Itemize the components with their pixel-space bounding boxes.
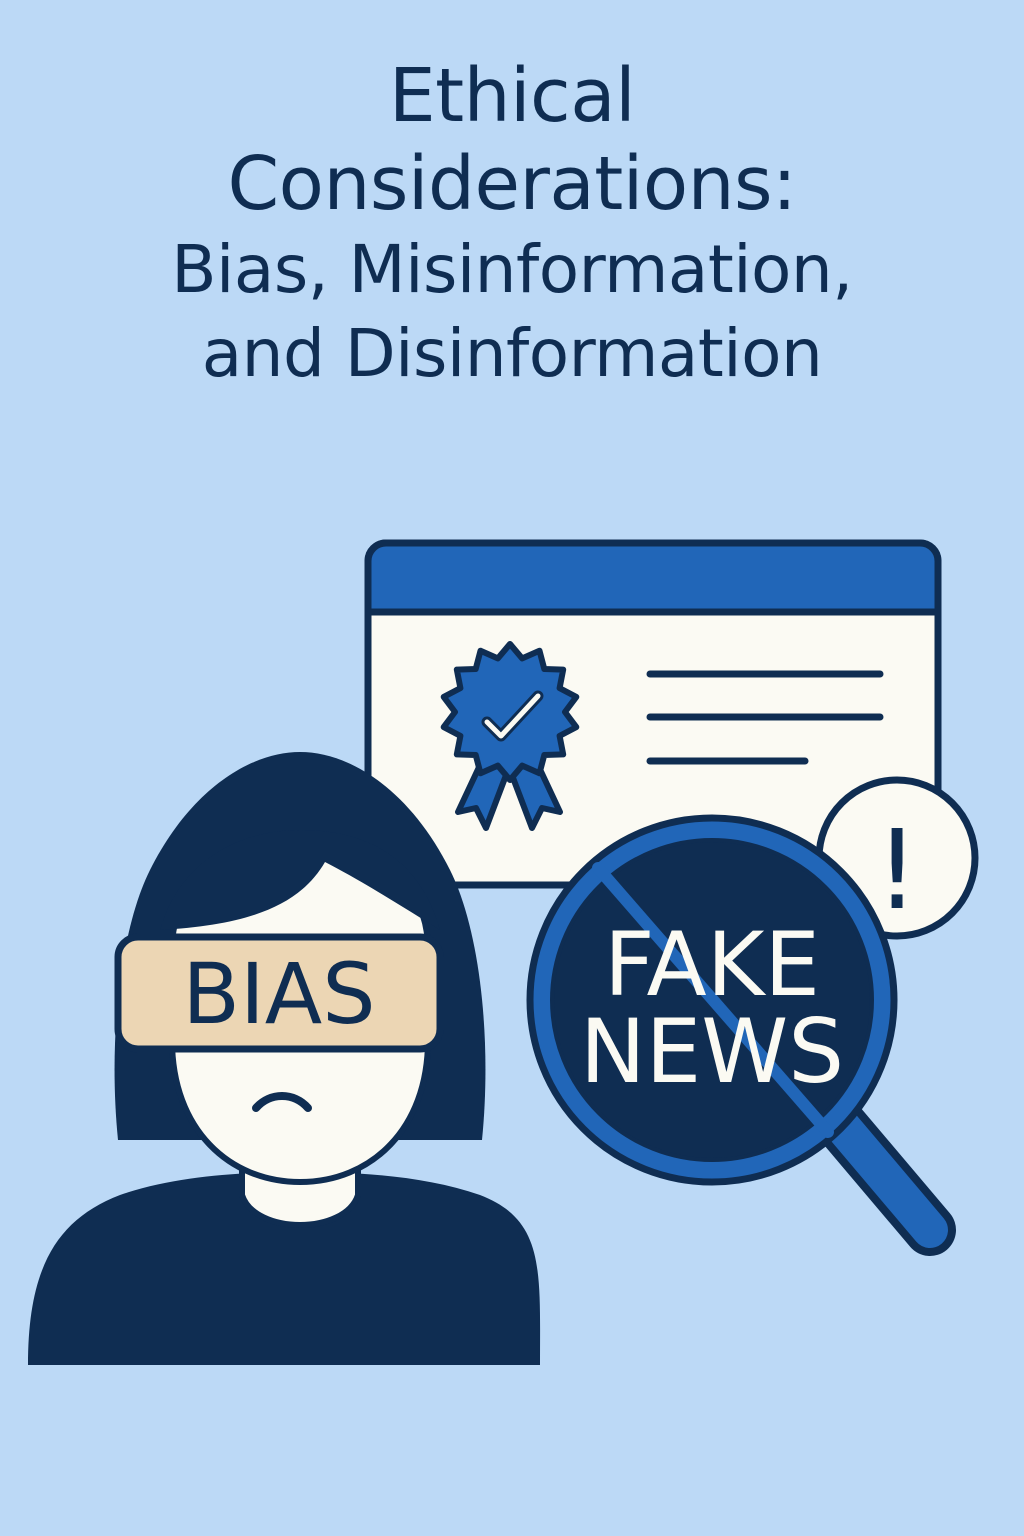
illustration: ! FAKE NEWS BIAS [28, 539, 979, 1365]
blindfold-label: BIAS [182, 945, 375, 1043]
browser-title-bar [364, 539, 942, 616]
magnifier-label-line-2: NEWS [580, 1000, 844, 1103]
alert-symbol: ! [875, 806, 919, 934]
